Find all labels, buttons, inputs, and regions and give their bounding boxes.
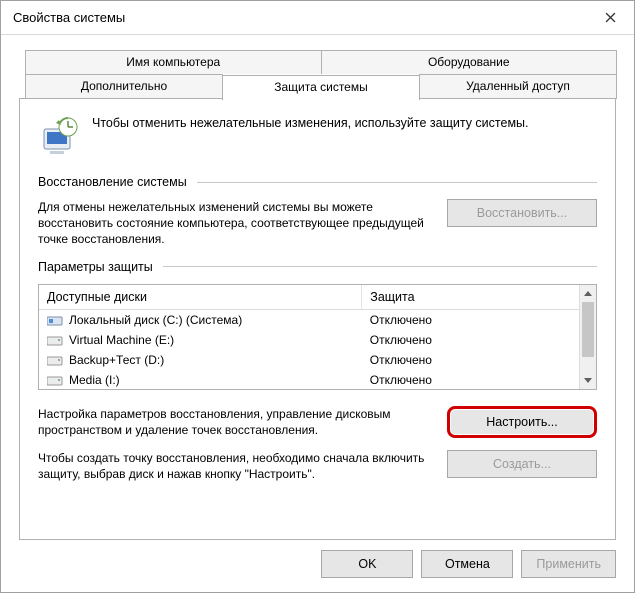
system-properties-window: Свойства системы Имя компьютера Оборудов…: [0, 0, 635, 593]
column-header-drive[interactable]: Доступные диски: [39, 285, 362, 310]
drive-icon: [47, 334, 63, 346]
divider: [197, 182, 597, 183]
drive-status: Отключено: [362, 309, 596, 330]
intro-row: Чтобы отменить нежелательные изменения, …: [38, 115, 597, 157]
window-title: Свойства системы: [13, 10, 125, 25]
table-row[interactable]: Virtual Machine (E:) Отключено: [39, 330, 596, 350]
scroll-thumb[interactable]: [582, 302, 594, 357]
scroll-track[interactable]: [580, 302, 596, 372]
close-icon: [605, 12, 616, 23]
tab-system-protection[interactable]: Защита системы: [222, 75, 420, 100]
drive-name: Media (I:): [69, 373, 120, 387]
tab-hardware[interactable]: Оборудование: [321, 50, 618, 74]
dialog-footer: OK Отмена Применить: [1, 540, 634, 592]
create-description: Чтобы создать точку восстановления, необ…: [38, 450, 433, 482]
configure-button[interactable]: Настроить...: [447, 406, 597, 438]
cancel-button[interactable]: Отмена: [421, 550, 513, 578]
column-header-status[interactable]: Защита: [362, 285, 596, 310]
drive-icon: [47, 354, 63, 366]
apply-button: Применить: [521, 550, 616, 578]
protection-heading: Параметры защиты: [38, 260, 153, 274]
titlebar: Свойства системы: [1, 1, 634, 35]
scroll-up-icon[interactable]: [580, 285, 596, 302]
restore-description: Для отмены нежелательных изменений систе…: [38, 199, 433, 248]
tab-panel-system-protection: Чтобы отменить нежелательные изменения, …: [19, 98, 616, 540]
divider: [163, 266, 597, 267]
tab-computer-name[interactable]: Имя компьютера: [25, 50, 322, 74]
tab-advanced[interactable]: Дополнительно: [25, 74, 223, 99]
configure-description: Настройка параметров восстановления, упр…: [38, 406, 433, 438]
ok-button[interactable]: OK: [321, 550, 413, 578]
drive-name: Virtual Machine (E:): [69, 333, 174, 347]
system-protection-icon: [38, 115, 80, 157]
restore-section-header: Восстановление системы: [38, 175, 597, 189]
dialog-body: Имя компьютера Оборудование Дополнительн…: [1, 35, 634, 540]
drive-name: Backup+Тест (D:): [69, 353, 164, 367]
intro-text: Чтобы отменить нежелательные изменения, …: [92, 115, 529, 157]
drive-name: Локальный диск (C:) (Система): [69, 313, 242, 327]
drive-table: Доступные диски Защита Локальный диск (C…: [39, 285, 596, 390]
drive-status: Отключено: [362, 370, 596, 390]
restore-heading: Восстановление системы: [38, 175, 187, 189]
protection-section-header: Параметры защиты: [38, 260, 597, 274]
tab-strip: Имя компьютера Оборудование Дополнительн…: [19, 49, 616, 98]
drive-icon: [47, 314, 63, 326]
drive-table-container: Доступные диски Защита Локальный диск (C…: [38, 284, 597, 390]
scrollbar-vertical[interactable]: [579, 285, 596, 389]
drive-status: Отключено: [362, 350, 596, 370]
drive-status: Отключено: [362, 330, 596, 350]
drive-icon: [47, 374, 63, 386]
tab-remote[interactable]: Удаленный доступ: [419, 74, 617, 99]
table-row[interactable]: Backup+Тест (D:) Отключено: [39, 350, 596, 370]
scroll-down-icon[interactable]: [580, 372, 596, 389]
create-button: Создать...: [447, 450, 597, 478]
table-row[interactable]: Media (I:) Отключено: [39, 370, 596, 390]
table-row[interactable]: Локальный диск (C:) (Система) Отключено: [39, 309, 596, 330]
close-button[interactable]: [588, 2, 632, 34]
restore-button: Восстановить...: [447, 199, 597, 227]
